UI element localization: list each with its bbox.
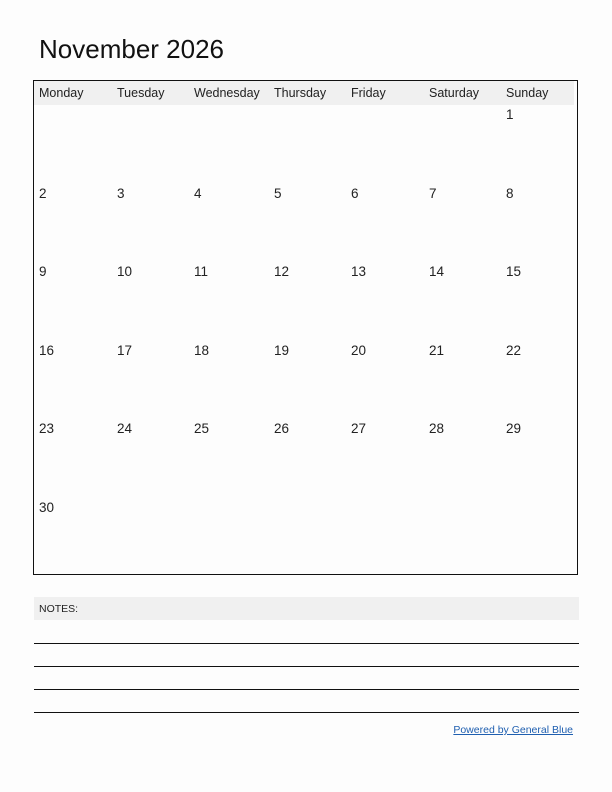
note-line xyxy=(34,712,579,713)
day-cell-5: 5 xyxy=(274,185,282,201)
day-cell-15: 15 xyxy=(506,264,522,279)
day-cell-18: 18 xyxy=(194,342,210,358)
powered-by-link[interactable]: Powered by General Blue xyxy=(453,724,573,736)
day-cell-30: 30 xyxy=(39,499,55,515)
calendar-grid: Monday Tuesday Wednesday Thursday Friday… xyxy=(33,80,578,575)
day-cell-23: 23 xyxy=(39,421,55,436)
day-cell-26: 26 xyxy=(274,421,290,436)
day-cell-7: 7 xyxy=(429,185,437,201)
weekday-sunday: Sunday xyxy=(506,86,549,100)
day-cell-17: 17 xyxy=(117,342,133,358)
day-cell-13: 13 xyxy=(351,264,367,279)
day-cell-29: 29 xyxy=(506,421,522,436)
day-cell-3: 3 xyxy=(117,185,125,201)
day-cell-11: 11 xyxy=(194,264,209,279)
day-cell-2: 2 xyxy=(39,185,47,201)
day-cell-20: 20 xyxy=(351,342,367,358)
day-cell-16: 16 xyxy=(39,342,55,358)
day-cell-9: 9 xyxy=(39,264,47,279)
day-cell-21: 21 xyxy=(429,342,445,358)
weekday-monday: Monday xyxy=(39,86,84,100)
day-cell-1: 1 xyxy=(506,107,514,122)
day-cell-19: 19 xyxy=(274,342,290,358)
note-line xyxy=(34,666,579,667)
weekday-wednesday: Wednesday xyxy=(194,86,260,100)
note-line xyxy=(34,689,579,690)
weekday-tuesday: Tuesday xyxy=(117,86,165,100)
weekday-header-row: Monday Tuesday Wednesday Thursday Friday… xyxy=(34,81,574,105)
day-cell-14: 14 xyxy=(429,264,445,279)
weekday-thursday: Thursday xyxy=(274,86,327,100)
day-cell-24: 24 xyxy=(117,421,133,436)
weekday-friday: Friday xyxy=(351,86,386,100)
day-cell-8: 8 xyxy=(506,185,514,201)
notes-header: NOTES: xyxy=(34,597,579,620)
day-cell-12: 12 xyxy=(274,264,290,279)
note-line xyxy=(34,643,579,644)
day-cell-10: 10 xyxy=(117,264,133,279)
day-cell-28: 28 xyxy=(429,421,445,436)
day-cell-6: 6 xyxy=(351,185,359,201)
page-title: November 2026 xyxy=(39,34,224,64)
day-cell-22: 22 xyxy=(506,342,522,358)
day-cell-27: 27 xyxy=(351,421,367,436)
weekday-saturday: Saturday xyxy=(429,86,480,100)
day-cell-25: 25 xyxy=(194,421,210,436)
day-cell-4: 4 xyxy=(194,185,202,201)
notes-label: NOTES: xyxy=(39,603,79,615)
